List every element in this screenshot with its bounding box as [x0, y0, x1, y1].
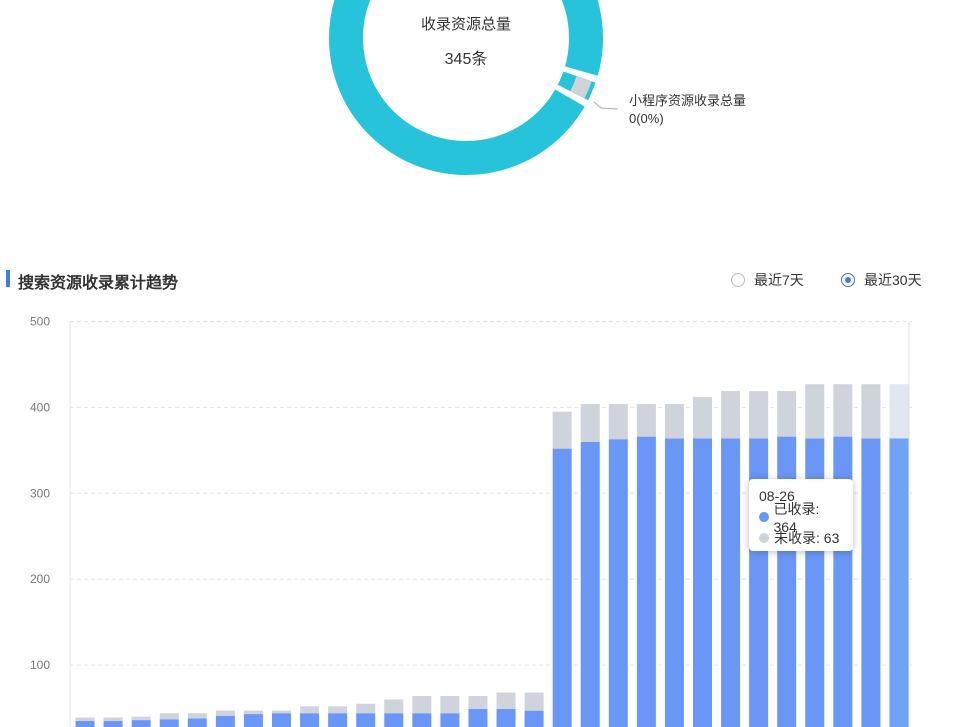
bar-unindexed-0[interactable] [75, 717, 95, 721]
tooltip-row-indexed: 已收录: 364 [759, 501, 843, 535]
bar-indexed-13[interactable] [440, 713, 460, 727]
bar-unindexed-1[interactable] [103, 717, 123, 721]
bar-unindexed-11[interactable] [384, 699, 404, 714]
bar-indexed-29[interactable] [889, 438, 909, 727]
chart-tooltip: 08-26 已收录: 364 未收录: 63 [749, 479, 853, 551]
bar-indexed-17[interactable] [552, 448, 572, 727]
bar-unindexed-18[interactable] [580, 403, 600, 442]
bar-unindexed-20[interactable] [636, 403, 656, 437]
bar-unindexed-2[interactable] [131, 716, 151, 721]
bar-indexed-20[interactable] [636, 436, 656, 727]
bar-indexed-3[interactable] [159, 719, 179, 727]
bar-unindexed-13[interactable] [440, 696, 460, 714]
tooltip-dot-indexed [759, 511, 769, 522]
bar-unindexed-16[interactable] [524, 692, 544, 711]
bar-indexed-0[interactable] [75, 720, 95, 727]
y-tick-label-200: 200 [30, 572, 50, 586]
bar-unindexed-19[interactable] [608, 403, 628, 440]
bar-indexed-4[interactable] [187, 718, 207, 727]
bar-unindexed-4[interactable] [187, 713, 207, 719]
bar-unindexed-24[interactable] [749, 391, 769, 439]
bar-indexed-7[interactable] [272, 713, 291, 727]
bar-unindexed-9[interactable] [328, 706, 348, 714]
bar-unindexed-28[interactable] [861, 384, 881, 439]
tooltip-dot-unindexed [759, 532, 769, 543]
y-tick-label-100: 100 [30, 658, 50, 672]
bar-indexed-6[interactable] [243, 714, 263, 727]
bar-unindexed-26[interactable] [805, 384, 825, 439]
bar-indexed-15[interactable] [496, 708, 516, 727]
bar-indexed-19[interactable] [608, 439, 628, 727]
bar-unindexed-25[interactable] [777, 391, 797, 437]
trend-bar-chart: 100 200 300 400 500 [30, 315, 912, 727]
bar-unindexed-23[interactable] [721, 391, 741, 439]
bar-unindexed-29[interactable] [889, 384, 909, 439]
bar-unindexed-5[interactable] [215, 710, 235, 716]
bar-indexed-28[interactable] [861, 438, 881, 727]
bar-indexed-8[interactable] [300, 713, 320, 727]
bar-indexed-11[interactable] [384, 713, 404, 727]
tooltip-unindexed-label: 未收录: 63 [774, 529, 840, 546]
bar-unindexed-22[interactable] [693, 397, 712, 439]
bar-unindexed-8[interactable] [300, 706, 320, 714]
y-tick-label-300: 300 [30, 486, 50, 500]
bar-unindexed-3[interactable] [159, 713, 179, 720]
bar-indexed-23[interactable] [721, 438, 741, 727]
bar-indexed-9[interactable] [328, 713, 348, 727]
bar-indexed-22[interactable] [693, 438, 712, 727]
bar-indexed-16[interactable] [524, 710, 544, 727]
bar-indexed-12[interactable] [412, 713, 432, 727]
bar-unindexed-15[interactable] [496, 692, 516, 709]
y-tick-label-400: 400 [30, 400, 50, 414]
bar-indexed-21[interactable] [664, 438, 684, 727]
bar-unindexed-14[interactable] [468, 696, 488, 709]
y-tick-label-500: 500 [30, 315, 50, 329]
bar-indexed-1[interactable] [103, 720, 123, 727]
bar-unindexed-12[interactable] [412, 696, 432, 714]
bar-indexed-18[interactable] [580, 441, 600, 727]
bar-unindexed-17[interactable] [552, 411, 572, 449]
bar-indexed-14[interactable] [468, 708, 488, 727]
bar-unindexed-21[interactable] [664, 403, 684, 439]
bar-unindexed-10[interactable] [356, 703, 376, 714]
bar-unindexed-27[interactable] [833, 384, 853, 437]
bar-indexed-5[interactable] [215, 715, 235, 727]
bar-indexed-2[interactable] [131, 720, 151, 727]
bar-unindexed-7[interactable] [272, 710, 291, 714]
bar-unindexed-6[interactable] [243, 710, 263, 715]
tooltip-row-unindexed: 未收录: 63 [759, 527, 843, 548]
bar-indexed-10[interactable] [356, 713, 376, 727]
